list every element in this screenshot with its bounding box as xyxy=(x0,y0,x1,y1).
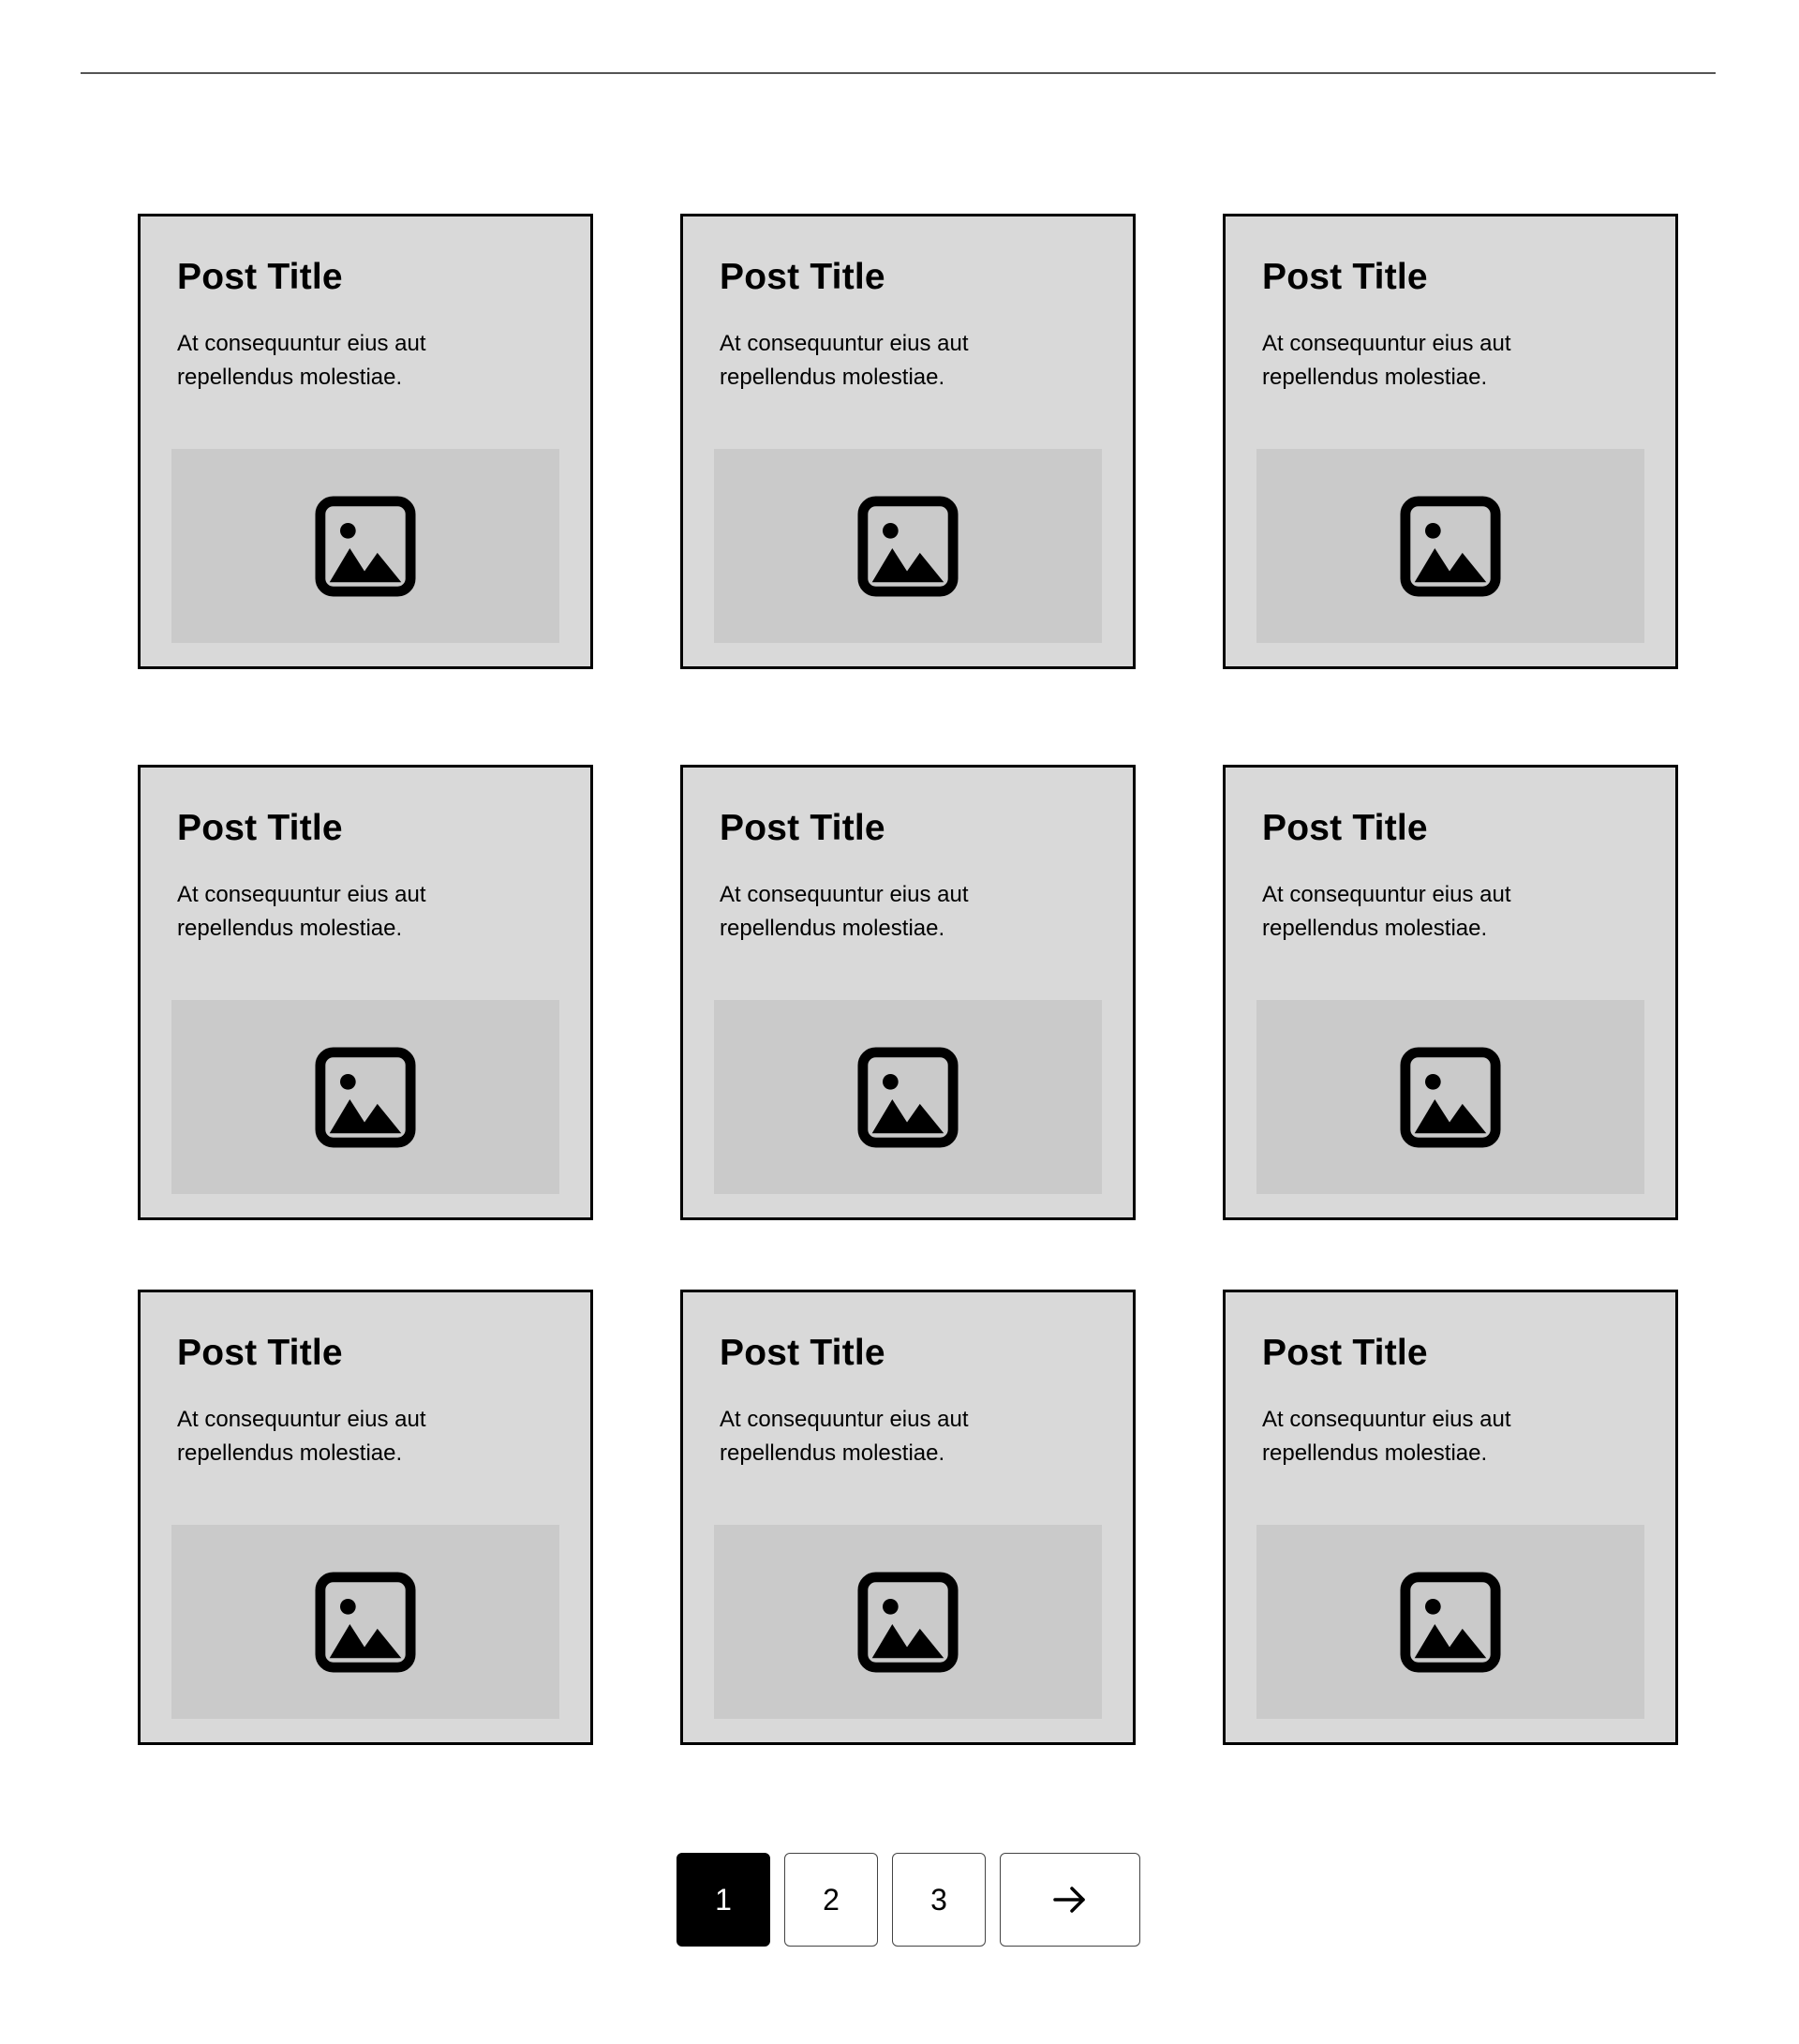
post-image xyxy=(1256,1525,1644,1719)
post-excerpt: At consequuntur eius aut repellendus mol… xyxy=(177,331,426,390)
image-placeholder-icon xyxy=(315,1571,416,1673)
image-placeholder-icon xyxy=(315,1046,416,1148)
post-excerpt: At consequuntur eius aut repellendus mol… xyxy=(177,882,426,941)
post-title: Post Title xyxy=(720,808,885,848)
pagination: 1 2 3 xyxy=(676,1853,1140,1947)
post-title: Post Title xyxy=(1262,1333,1428,1373)
post-excerpt: At consequuntur eius aut repellendus mol… xyxy=(1262,882,1511,941)
post-card[interactable]: Post Title At consequuntur eius aut repe… xyxy=(1223,765,1678,1220)
post-excerpt: At consequuntur eius aut repellendus mol… xyxy=(720,331,969,390)
arrow-right-icon xyxy=(1053,1887,1085,1913)
post-excerpt: At consequuntur eius aut repellendus mol… xyxy=(1262,331,1511,390)
post-image xyxy=(714,1000,1102,1194)
post-title: Post Title xyxy=(1262,808,1428,848)
post-image xyxy=(714,1525,1102,1719)
image-placeholder-icon xyxy=(857,495,959,597)
post-image xyxy=(714,449,1102,643)
post-card[interactable]: Post Title At consequuntur eius aut repe… xyxy=(1223,214,1678,669)
post-excerpt: At consequuntur eius aut repellendus mol… xyxy=(1262,1407,1511,1466)
post-card[interactable]: Post Title At consequuntur eius aut repe… xyxy=(138,1290,593,1745)
post-card[interactable]: Post Title At consequuntur eius aut repe… xyxy=(680,1290,1136,1745)
page-button-3[interactable]: 3 xyxy=(892,1853,986,1947)
post-card[interactable]: Post Title At consequuntur eius aut repe… xyxy=(680,214,1136,669)
page-button-2[interactable]: 2 xyxy=(784,1853,878,1947)
image-placeholder-icon xyxy=(857,1571,959,1673)
post-card[interactable]: Post Title At consequuntur eius aut repe… xyxy=(138,765,593,1220)
image-placeholder-icon xyxy=(315,495,416,597)
post-title: Post Title xyxy=(177,808,343,848)
post-grid: Post Title At consequuntur eius aut repe… xyxy=(138,214,1679,1745)
post-image xyxy=(1256,1000,1644,1194)
post-image xyxy=(171,449,559,643)
post-excerpt: At consequuntur eius aut repellendus mol… xyxy=(177,1407,426,1466)
image-placeholder-icon xyxy=(1400,1571,1501,1673)
post-image xyxy=(1256,449,1644,643)
post-image xyxy=(171,1000,559,1194)
post-title: Post Title xyxy=(1262,257,1428,297)
post-title: Post Title xyxy=(177,257,343,297)
post-card[interactable]: Post Title At consequuntur eius aut repe… xyxy=(138,214,593,669)
post-card[interactable]: Post Title At consequuntur eius aut repe… xyxy=(680,765,1136,1220)
image-placeholder-icon xyxy=(1400,1046,1501,1148)
post-excerpt: At consequuntur eius aut repellendus mol… xyxy=(720,1407,969,1466)
post-image xyxy=(171,1525,559,1719)
next-page-button[interactable] xyxy=(1000,1853,1140,1947)
image-placeholder-icon xyxy=(857,1046,959,1148)
image-placeholder-icon xyxy=(1400,495,1501,597)
page-button-1[interactable]: 1 xyxy=(676,1853,770,1947)
post-title: Post Title xyxy=(720,257,885,297)
post-card[interactable]: Post Title At consequuntur eius aut repe… xyxy=(1223,1290,1678,1745)
post-excerpt: At consequuntur eius aut repellendus mol… xyxy=(720,882,969,941)
top-divider xyxy=(81,72,1716,74)
post-title: Post Title xyxy=(720,1333,885,1373)
post-title: Post Title xyxy=(177,1333,343,1373)
